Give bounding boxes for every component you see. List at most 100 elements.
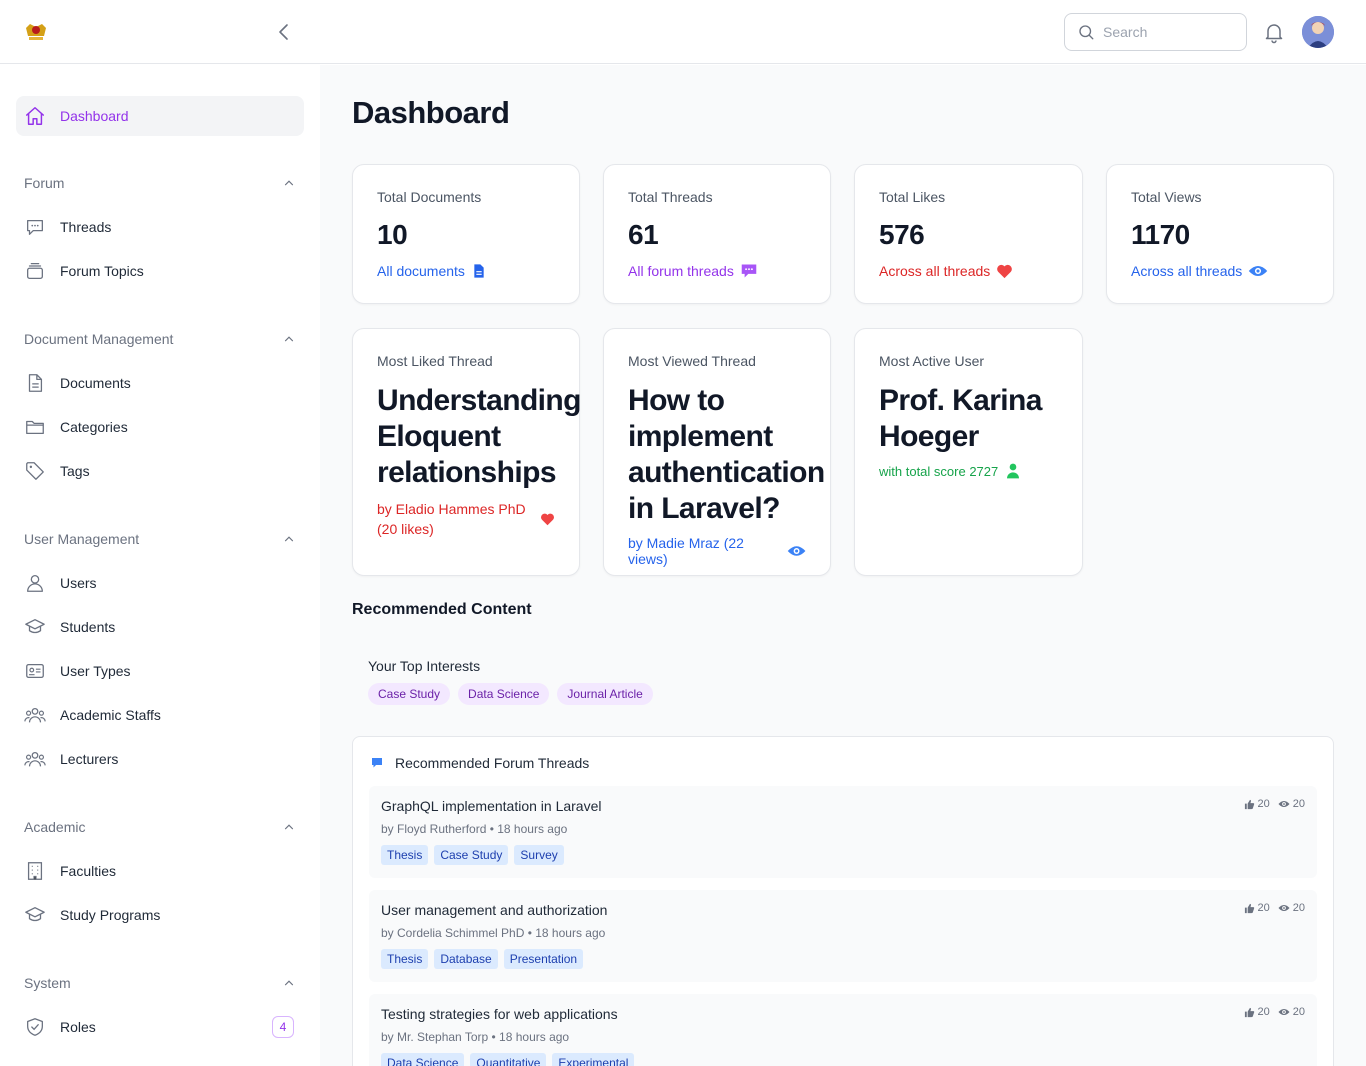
sidebar-item-label: Students — [60, 619, 116, 635]
thread-tag[interactable]: Experimental — [552, 1053, 635, 1066]
recommended-threads-panel: Recommended Forum Threads GraphQL implem… — [352, 736, 1334, 1066]
most-viewed-thread-card[interactable]: Most Viewed Thread How to implement auth… — [603, 328, 831, 576]
most-active-user-card[interactable]: Most Active User Prof. Karina Hoeger wit… — [854, 328, 1083, 576]
thread-tag[interactable]: Thesis — [381, 949, 429, 969]
like-count: 20 — [1244, 902, 1270, 914]
sidebar: Dashboard Forum Threads Forum Topics Doc… — [0, 65, 320, 1066]
sidebar-item-tags[interactable]: Tags — [16, 451, 304, 491]
sidebar-item-label: Academic Staffs — [60, 707, 161, 723]
thread-tag[interactable]: Database — [434, 949, 498, 969]
stat-label: Total Documents — [377, 189, 482, 205]
like-count: 20 — [1244, 798, 1270, 810]
sidebar-item-label: Forum Topics — [60, 263, 144, 279]
notification-bell-icon[interactable] — [1262, 20, 1286, 44]
thread-author: by Madie Mraz (22 views) — [628, 535, 744, 567]
thread-tag[interactable]: Presentation — [503, 949, 584, 969]
most-liked-thread-card[interactable]: Most Liked Thread Understanding Eloquent… — [352, 328, 581, 576]
user-avatar[interactable] — [1302, 16, 1334, 48]
thread-title: Understanding Eloquent relationships — [377, 384, 581, 489]
card-label: Most Liked Thread — [377, 353, 493, 369]
thread-meta: by Floyd Rutherford • 18 hours ago — [381, 822, 568, 836]
thread-tag[interactable]: Survey — [514, 845, 564, 865]
link-text: Across all threads — [1131, 263, 1243, 279]
thread-meta: by Mr. Stephan Torp • 18 hours ago — [381, 1030, 570, 1044]
interest-chip[interactable]: Case Study — [368, 683, 451, 705]
sidebar-item-roles[interactable]: Roles 4 — [16, 1007, 304, 1047]
view-count-value: 20 — [1292, 1006, 1305, 1018]
interest-chip[interactable]: Journal Article — [557, 683, 653, 705]
sidebar-item-forum-topics[interactable]: Forum Topics — [16, 251, 304, 291]
sidebar-item-lecturers[interactable]: Lecturers — [16, 739, 304, 779]
thread-list-item[interactable]: User management and authorization by Cor… — [369, 890, 1317, 982]
view-count-value: 20 — [1292, 798, 1305, 810]
view-count: 20 — [1278, 902, 1305, 914]
thread-tag[interactable]: Data Science — [381, 1053, 465, 1066]
all-documents-link[interactable]: All documents — [377, 263, 555, 279]
chevron-up-icon — [284, 536, 294, 542]
interest-chip[interactable]: Data Science — [458, 683, 550, 705]
all-forum-threads-link[interactable]: All forum threads — [628, 263, 806, 279]
thread-list-item[interactable]: GraphQL implementation in Laravel by Flo… — [369, 786, 1317, 878]
sidebar-item-students[interactable]: Students — [16, 607, 304, 647]
sidebar-group-title: Forum — [24, 175, 65, 191]
app-logo[interactable] — [22, 18, 50, 46]
thumbs-up-icon — [1244, 799, 1254, 809]
sidebar-item-label: Threads — [60, 219, 112, 235]
link-text: Across all threads — [879, 263, 991, 279]
stack-icon — [24, 260, 46, 282]
user-score: with total score 2727 — [879, 463, 999, 479]
sidebar-item-documents[interactable]: Documents — [16, 363, 304, 403]
stat-card-total-threads: Total Threads 61 All forum threads — [603, 164, 831, 304]
sidebar-item-threads[interactable]: Threads — [16, 207, 304, 247]
sidebar-item-study-programs[interactable]: Study Programs — [16, 895, 304, 935]
stat-card-total-documents: Total Documents 10 All documents — [352, 164, 580, 304]
like-count-value: 20 — [1257, 798, 1270, 810]
sidebar-item-user-types[interactable]: User Types — [16, 651, 304, 691]
sidebar-item-label: Categories — [60, 419, 128, 435]
eye-icon — [1278, 905, 1290, 911]
recommended-threads-title: Recommended Forum Threads — [395, 755, 590, 771]
card-label: Most Active User — [879, 353, 985, 369]
sidebar-item-users[interactable]: Users — [16, 563, 304, 603]
main-content: Dashboard Total Documents 10 All documen… — [320, 65, 1366, 1066]
sidebar-item-faculties[interactable]: Faculties — [16, 851, 304, 891]
sidebar-group-title: Academic — [24, 819, 86, 835]
card-label: Most Viewed Thread — [628, 353, 756, 369]
thread-tag[interactable]: Case Study — [434, 845, 509, 865]
like-count-value: 20 — [1257, 1006, 1270, 1018]
users-group-icon — [24, 704, 46, 726]
roles-count-badge: 4 — [272, 1016, 294, 1038]
search-icon — [1079, 25, 1094, 40]
thread-tag[interactable]: Quantitative — [470, 1053, 547, 1066]
likes-link[interactable]: Across all threads — [879, 263, 1058, 279]
sidebar-group-user-management[interactable]: User Management — [24, 527, 296, 551]
sidebar-item-label: Lecturers — [60, 751, 119, 767]
sidebar-group-academic[interactable]: Academic — [24, 815, 296, 839]
link-text: All forum threads — [628, 263, 734, 279]
view-count: 20 — [1278, 1006, 1305, 1018]
views-link[interactable]: Across all threads — [1131, 263, 1309, 279]
sidebar-group-document-management[interactable]: Document Management — [24, 327, 296, 351]
user-icon — [1007, 463, 1020, 479]
page-title: Dashboard — [352, 95, 510, 130]
chat-bubble-icon — [741, 264, 757, 278]
eye-icon — [1278, 801, 1290, 807]
sidebar-group-system[interactable]: System — [24, 971, 296, 995]
stat-card-total-views: Total Views 1170 Across all threads — [1106, 164, 1334, 304]
thread-tag[interactable]: Thesis — [381, 845, 429, 865]
sidebar-item-dashboard[interactable]: Dashboard — [16, 96, 304, 136]
like-count: 20 — [1244, 1006, 1270, 1018]
chevron-up-icon — [284, 824, 294, 830]
collapse-sidebar-icon[interactable] — [272, 20, 296, 44]
recommended-threads-header: Recommended Forum Threads — [371, 755, 589, 771]
search-box[interactable] — [1064, 13, 1247, 51]
search-input[interactable] — [1103, 24, 1233, 40]
sidebar-group-forum[interactable]: Forum — [24, 171, 296, 195]
sidebar-item-label: Study Programs — [60, 907, 161, 923]
thread-list-item[interactable]: Testing strategies for web applications … — [369, 994, 1317, 1066]
stat-label: Total Views — [1131, 189, 1202, 205]
sidebar-item-categories[interactable]: Categories — [16, 407, 304, 447]
shield-check-icon — [24, 1016, 46, 1038]
eye-icon — [1249, 266, 1268, 276]
sidebar-item-academic-staffs[interactable]: Academic Staffs — [16, 695, 304, 735]
